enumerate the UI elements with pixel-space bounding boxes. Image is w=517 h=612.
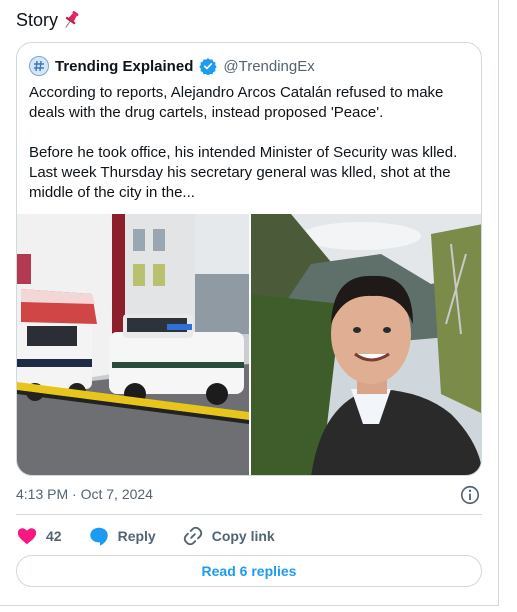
media-grid [17,214,481,475]
author-handle[interactable]: @TrendingEx [223,58,314,75]
author-name[interactable]: Trending Explained [55,58,193,75]
heart-icon [17,528,37,545]
text-line: middle of the city in the... [29,184,195,201]
story-header: Story [16,8,82,32]
action-bar: 42 Reply Copy link [16,522,275,550]
quoted-post-header: Trending Explained @TrendingEx [29,55,315,77]
copy-link-label: Copy link [211,528,275,544]
reply-label: Reply [117,528,156,544]
text-line: According to reports, Alejandro Arcos Ca… [29,84,444,101]
reply-button[interactable]: Reply [88,525,156,547]
text-line: Last week Thursday his secretary general… [29,164,451,181]
man-selfie-photo[interactable] [251,214,481,475]
read-replies-button[interactable]: Read 6 replies [16,555,482,587]
story-title: Story [16,10,59,30]
like-button[interactable]: 42 [16,525,62,547]
verified-badge-icon [199,58,218,75]
divider [16,514,482,515]
quoted-post-text: According to reports, Alejandro Arcos Ca… [29,83,469,203]
like-count: 42 [46,528,62,544]
quoted-post[interactable]: Trending Explained @TrendingEx According… [16,42,482,476]
text-line: deals with the drug cartels, instead pro… [29,104,384,121]
avatar[interactable] [29,56,49,76]
link-icon [183,526,202,546]
speech-bubble-icon [89,527,108,546]
police-scene-photo[interactable] [17,214,249,475]
pushpin-icon [65,11,79,28]
copy-link-button[interactable]: Copy link [182,525,275,547]
info-icon[interactable] [459,484,481,506]
post-timestamp[interactable]: 4:13 PM · Oct 7, 2024 [16,486,153,502]
text-line: Before he took office, his intended Mini… [29,144,458,161]
hashtag-icon [34,60,44,72]
